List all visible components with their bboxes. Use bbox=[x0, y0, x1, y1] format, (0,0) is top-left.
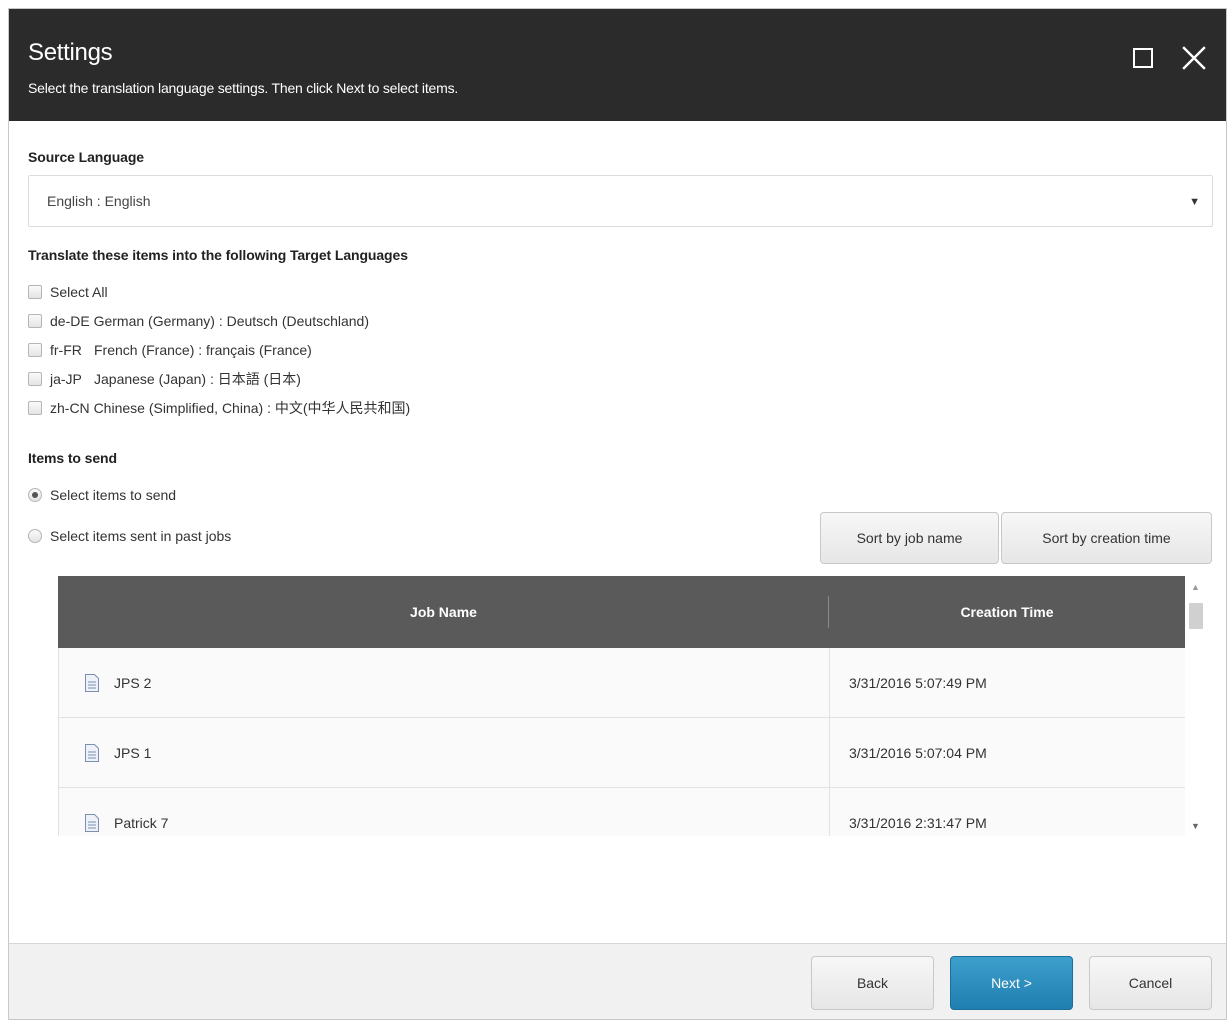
document-icon bbox=[85, 813, 99, 832]
job-name: Patrick 7 bbox=[114, 814, 169, 831]
cancel-button[interactable]: Cancel bbox=[1089, 956, 1212, 1010]
select-items-label: Select items to send bbox=[50, 487, 177, 503]
language-code: zh-CN bbox=[50, 400, 90, 416]
target-language-row[interactable]: zh-CN Chinese (Simplified, China) : 中文(中… bbox=[28, 398, 410, 418]
job-name: JPS 2 bbox=[114, 674, 152, 691]
select-items-radio[interactable] bbox=[28, 488, 42, 502]
select-all-label: Select All bbox=[50, 284, 108, 300]
job-name-cell: JPS 2 bbox=[59, 648, 830, 717]
dialog-content: Source Language English : English ▼ Tran… bbox=[9, 121, 1226, 943]
target-languages-label: Translate these items into the following… bbox=[28, 247, 408, 263]
past-jobs-label: Select items sent in past jobs bbox=[50, 528, 232, 544]
document-icon bbox=[85, 673, 99, 692]
jobs-table: Job Name Creation Time JPS 2 3/31/2016 5… bbox=[58, 576, 1185, 836]
language-name: German (Germany) : Deutsch (Deutschland) bbox=[93, 313, 370, 329]
document-icon bbox=[85, 743, 99, 762]
dialog-subtitle: Select the translation language settings… bbox=[28, 80, 459, 96]
select-all-checkbox[interactable] bbox=[28, 285, 42, 299]
sort-by-creation-time-button[interactable]: Sort by creation time bbox=[1001, 512, 1212, 564]
target-language-row[interactable]: ja-JP Japanese (Japan) : 日本語 (日本) bbox=[28, 369, 301, 389]
past-jobs-radio[interactable] bbox=[28, 529, 42, 543]
language-name: Japanese (Japan) : 日本語 (日本) bbox=[94, 371, 301, 387]
job-name-cell: JPS 1 bbox=[59, 718, 830, 787]
dialog-titlebar: Settings Select the translation language… bbox=[9, 9, 1226, 121]
target-language-checkbox[interactable] bbox=[28, 314, 42, 328]
column-header-creation-time[interactable]: Creation Time bbox=[829, 576, 1185, 648]
job-name: JPS 1 bbox=[114, 744, 152, 761]
table-row[interactable]: Patrick 7 3/31/2016 2:31:47 PM bbox=[58, 788, 1185, 836]
target-language-checkbox[interactable] bbox=[28, 372, 42, 386]
target-language-row[interactable]: de-DE German (Germany) : Deutsch (Deutsc… bbox=[28, 311, 369, 331]
close-icon[interactable] bbox=[1179, 43, 1209, 73]
items-to-send-label: Items to send bbox=[28, 450, 117, 466]
creation-time: 3/31/2016 2:31:47 PM bbox=[849, 814, 987, 831]
scroll-up-icon[interactable]: ▲ bbox=[1191, 582, 1200, 592]
next-button[interactable]: Next > bbox=[950, 956, 1073, 1010]
language-code: ja-JP bbox=[50, 371, 82, 387]
creation-time: 3/31/2016 5:07:49 PM bbox=[849, 674, 987, 691]
scroll-down-icon[interactable]: ▼ bbox=[1191, 821, 1200, 831]
target-language-checkbox[interactable] bbox=[28, 401, 42, 415]
column-header-job-name[interactable]: Job Name bbox=[58, 576, 829, 648]
language-name: Chinese (Simplified, China) : 中文(中华人民共和国… bbox=[93, 400, 411, 416]
past-jobs-option[interactable]: Select items sent in past jobs bbox=[28, 526, 231, 546]
back-button[interactable]: Back bbox=[811, 956, 934, 1010]
language-code: fr-FR bbox=[50, 342, 82, 358]
source-language-label: Source Language bbox=[28, 149, 144, 165]
table-header: Job Name Creation Time bbox=[58, 576, 1185, 648]
table-scrollbar[interactable]: ▲ ▼ bbox=[1187, 576, 1205, 836]
creation-time: 3/31/2016 5:07:04 PM bbox=[849, 744, 987, 761]
job-name-cell: Patrick 7 bbox=[59, 788, 830, 836]
dialog-title: Settings bbox=[28, 39, 113, 66]
select-all-row[interactable]: Select All bbox=[28, 282, 108, 302]
table-row[interactable]: JPS 1 3/31/2016 5:07:04 PM bbox=[58, 718, 1185, 788]
language-name: French (France) : français (France) bbox=[94, 342, 312, 358]
target-language-checkbox[interactable] bbox=[28, 343, 42, 357]
maximize-icon[interactable] bbox=[1129, 43, 1159, 73]
table-row[interactable]: JPS 2 3/31/2016 5:07:49 PM bbox=[58, 648, 1185, 718]
language-code: de-DE bbox=[50, 313, 90, 329]
dialog-footer: Back Next > Cancel bbox=[9, 943, 1226, 1019]
settings-dialog: Settings Select the translation language… bbox=[8, 8, 1227, 1020]
sort-by-job-name-button[interactable]: Sort by job name bbox=[820, 512, 999, 564]
dropdown-arrow-icon: ▼ bbox=[1189, 196, 1200, 208]
source-language-value: English : English bbox=[47, 193, 151, 209]
scrollbar-thumb[interactable] bbox=[1189, 603, 1203, 629]
target-language-row[interactable]: fr-FR French (France) : français (France) bbox=[28, 340, 312, 360]
select-items-option[interactable]: Select items to send bbox=[28, 485, 176, 505]
source-language-select[interactable]: English : English ▼ bbox=[28, 175, 1213, 227]
